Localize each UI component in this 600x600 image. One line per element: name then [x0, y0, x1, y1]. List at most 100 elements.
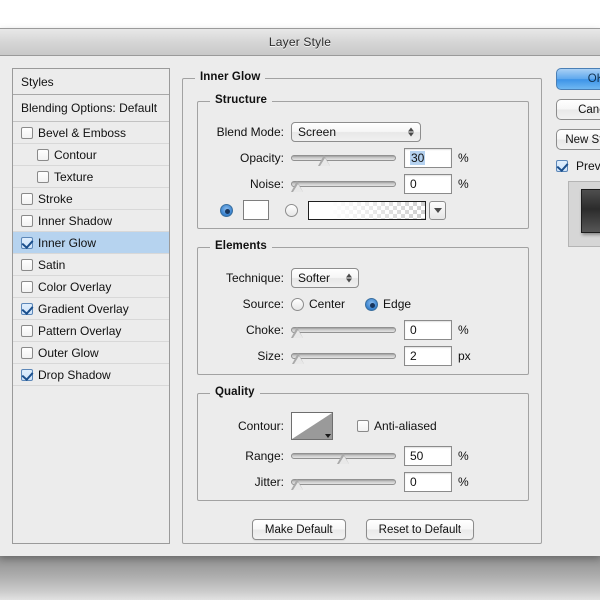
size-slider[interactable]	[291, 346, 396, 366]
radio-fill-gradient[interactable]	[285, 203, 298, 217]
style-row-outer-glow[interactable]: Outer Glow	[13, 342, 169, 364]
contour-preview[interactable]	[291, 412, 333, 440]
checkbox-pattern-overlay[interactable]	[21, 324, 33, 337]
choke-slider[interactable]	[291, 320, 396, 340]
jitter-row: Jitter: 0 %	[206, 472, 469, 492]
quality-group: Quality Contour: Anti-aliased Range: 50 …	[197, 386, 529, 501]
jitter-unit: %	[458, 475, 469, 489]
opacity-label: Opacity:	[239, 151, 284, 165]
opacity-slider-knob[interactable]	[318, 155, 331, 166]
chevron-updown-icon	[345, 272, 352, 285]
style-row-color-overlay[interactable]: Color Overlay	[13, 276, 169, 298]
opacity-slider[interactable]	[291, 148, 396, 168]
ok-button[interactable]: OK	[556, 68, 600, 90]
size-slider-knob[interactable]	[292, 353, 305, 364]
checkbox-color-overlay[interactable]	[21, 280, 33, 293]
inner-glow-group: Inner Glow Structure Blend Mode: Screen …	[182, 71, 542, 544]
checkbox-anti-aliased[interactable]	[357, 420, 369, 432]
style-row-bevel-emboss[interactable]: Bevel & Emboss	[13, 122, 169, 144]
size-unit: px	[458, 349, 471, 363]
jitter-value: 0	[410, 475, 417, 489]
style-row-gradient-overlay[interactable]: Gradient Overlay	[13, 298, 169, 320]
cancel-button[interactable]: Cancel	[556, 99, 600, 120]
style-label: Inner Glow	[38, 235, 97, 250]
dialog-titlebar[interactable]: Layer Style	[0, 29, 600, 56]
noise-slider[interactable]	[291, 174, 396, 194]
checkbox-stroke[interactable]	[21, 192, 33, 205]
checkbox-inner-glow[interactable]	[21, 236, 33, 249]
checkbox-satin[interactable]	[21, 258, 33, 271]
range-value: 50	[410, 449, 424, 463]
checkbox-drop-shadow[interactable]	[21, 368, 33, 381]
technique-row: Technique: Softer	[206, 268, 359, 288]
range-slider-knob[interactable]	[337, 453, 350, 464]
glow-fill-row	[220, 200, 446, 220]
noise-unit: %	[458, 177, 469, 191]
choke-unit: %	[458, 323, 469, 337]
jitter-label: Jitter:	[254, 475, 284, 489]
style-row-satin[interactable]: Satin	[13, 254, 169, 276]
radio-fill-color[interactable]	[220, 203, 233, 217]
gradient-picker-dropdown-icon[interactable]	[429, 200, 446, 220]
make-default-button[interactable]: Make Default	[251, 519, 346, 540]
blending-options-row[interactable]: Blending Options: Default	[13, 95, 169, 122]
reset-to-default-button[interactable]: Reset to Default	[365, 519, 475, 540]
style-row-contour[interactable]: Contour	[13, 144, 169, 166]
preview-toggle-row[interactable]: Preview	[556, 159, 600, 173]
style-label: Bevel & Emboss	[38, 125, 127, 140]
size-slider-track[interactable]	[291, 353, 396, 359]
new-style-button[interactable]: New Style...	[556, 129, 600, 150]
style-label: Texture	[54, 169, 94, 184]
anti-aliased-label: Anti-aliased	[374, 419, 437, 433]
inner-glow-group-label: Inner Glow	[195, 71, 266, 83]
size-label: Size:	[257, 349, 284, 363]
noise-input[interactable]: 0	[404, 174, 452, 194]
glow-color-swatch[interactable]	[243, 200, 269, 220]
checkbox-outer-glow[interactable]	[21, 346, 33, 359]
opacity-slider-track[interactable]	[291, 155, 396, 161]
blend-mode-select[interactable]: Screen	[291, 122, 421, 142]
checkbox-bevel-emboss[interactable]	[21, 126, 33, 139]
checkbox-texture[interactable]	[37, 170, 49, 183]
radio-source-edge[interactable]	[365, 297, 379, 311]
style-row-stroke[interactable]: Stroke	[13, 188, 169, 210]
opacity-unit: %	[458, 151, 469, 165]
preview-thumbnail	[568, 181, 600, 247]
jitter-slider-knob[interactable]	[291, 479, 304, 490]
checkbox-preview[interactable]	[556, 160, 568, 172]
default-buttons-row: Make Default Reset to Default	[197, 519, 529, 540]
range-slider[interactable]	[291, 446, 396, 466]
technique-select[interactable]: Softer	[291, 268, 359, 288]
checkbox-inner-shadow[interactable]	[21, 214, 33, 227]
checkbox-contour[interactable]	[37, 148, 49, 161]
style-row-inner-shadow[interactable]: Inner Shadow	[13, 210, 169, 232]
noise-slider-knob[interactable]	[291, 181, 304, 192]
contour-dropdown-icon[interactable]	[325, 434, 331, 438]
style-row-inner-glow[interactable]: Inner Glow	[13, 232, 169, 254]
preview-thumbnail-shape	[581, 189, 600, 233]
style-row-drop-shadow[interactable]: Drop Shadow	[13, 364, 169, 386]
checkbox-gradient-overlay[interactable]	[21, 302, 33, 315]
chevron-updown-icon	[407, 126, 414, 139]
style-label: Gradient Overlay	[38, 301, 129, 316]
jitter-slider-track[interactable]	[291, 479, 396, 485]
radio-source-center[interactable]	[291, 297, 304, 311]
noise-slider-track[interactable]	[291, 181, 396, 187]
noise-row: Noise: 0 %	[206, 174, 469, 194]
style-label: Drop Shadow	[38, 367, 111, 382]
style-row-texture[interactable]: Texture	[13, 166, 169, 188]
options-panel: Inner Glow Structure Blend Mode: Screen …	[182, 68, 542, 544]
blend-mode-value: Screen	[298, 125, 337, 139]
size-input[interactable]: 2	[404, 346, 452, 366]
glow-gradient-preview[interactable]	[308, 200, 426, 220]
choke-slider-knob[interactable]	[291, 327, 304, 338]
style-row-pattern-overlay[interactable]: Pattern Overlay	[13, 320, 169, 342]
choke-slider-track[interactable]	[291, 327, 396, 333]
jitter-input[interactable]: 0	[404, 472, 452, 492]
choke-input[interactable]: 0	[404, 320, 452, 340]
range-input[interactable]: 50	[404, 446, 452, 466]
opacity-input[interactable]: 30	[404, 148, 452, 168]
action-column: OK Cancel New Style... Preview	[556, 68, 600, 247]
opacity-value: 30	[410, 151, 426, 165]
jitter-slider[interactable]	[291, 472, 396, 492]
